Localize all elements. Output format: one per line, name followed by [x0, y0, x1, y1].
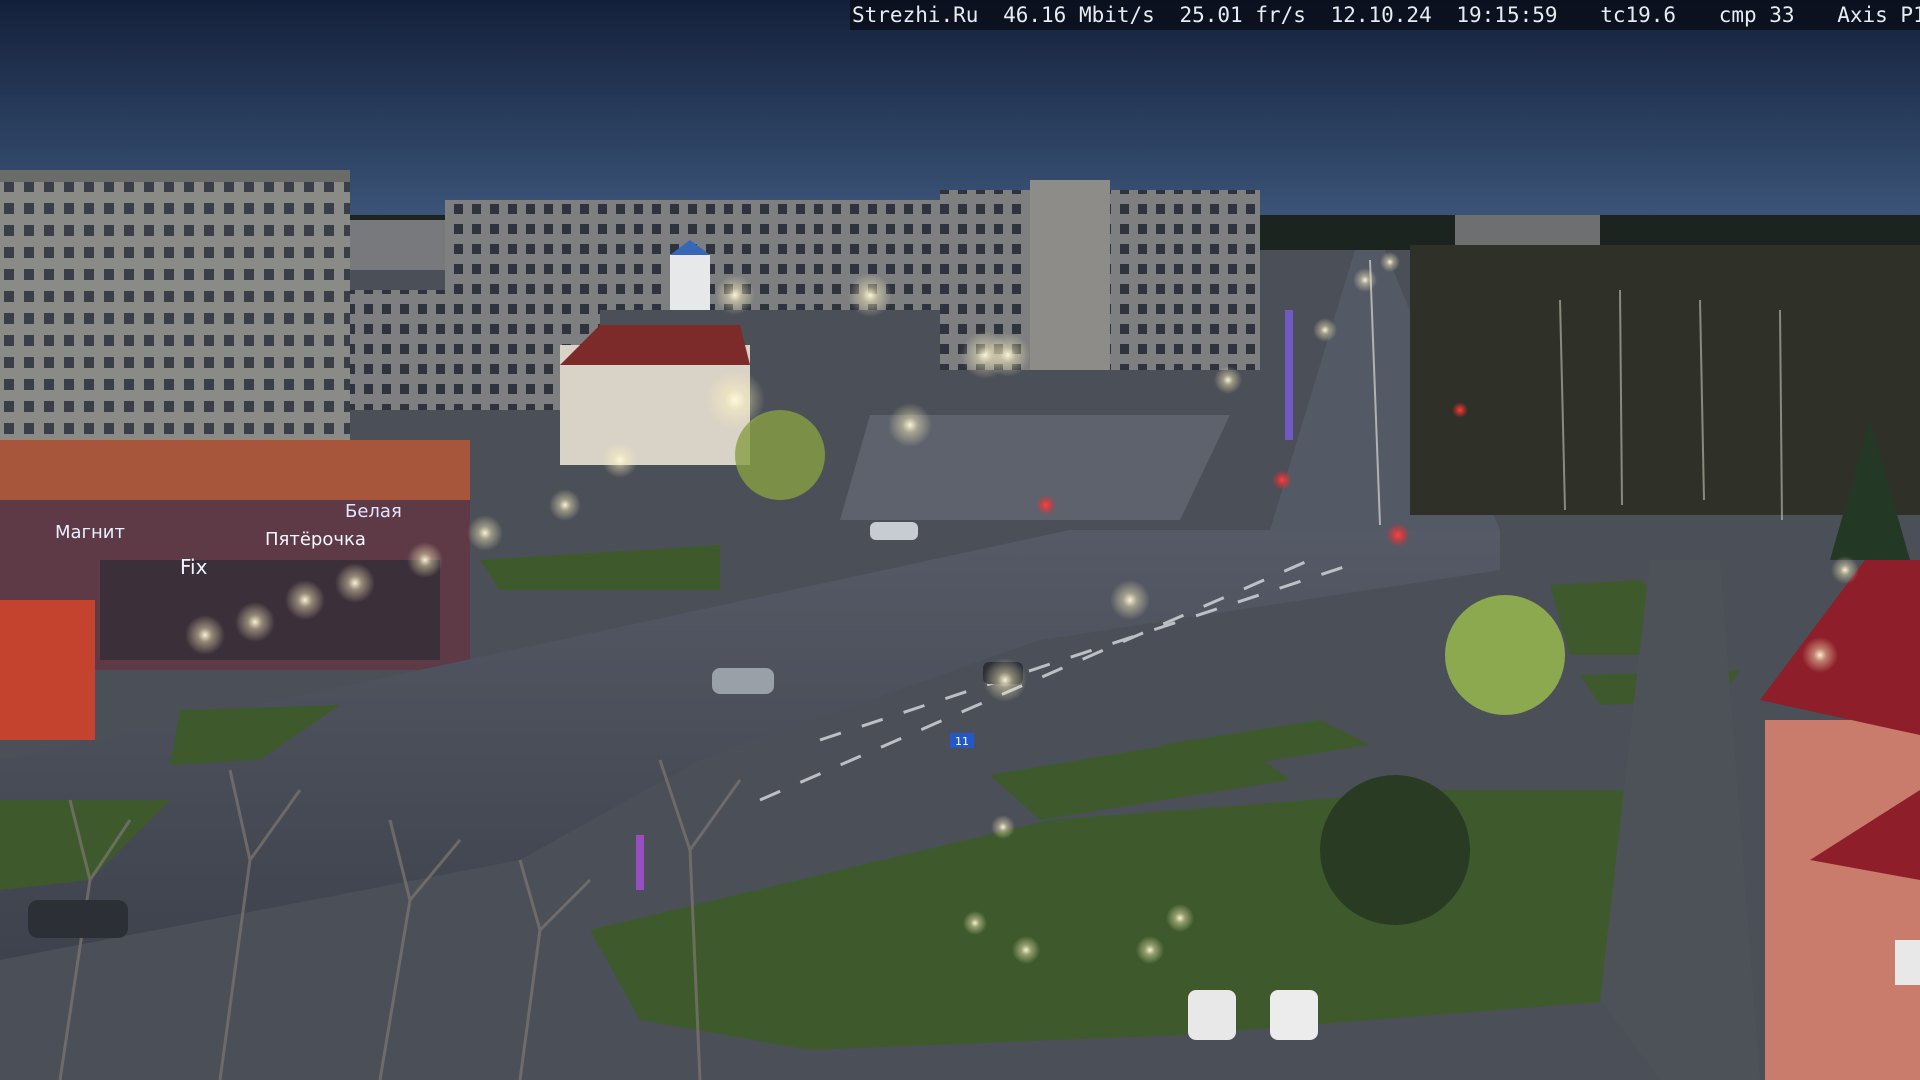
store-sign-3: Пятёрочка [265, 529, 366, 550]
camera-timestamp-overlay: Strezhi.Ru 46.16 Mbit/s 25.01 fr/s 12.10… [850, 0, 1920, 30]
store-sign-4: Белая [345, 501, 402, 522]
overlay-model: Axis P1375 [1837, 3, 1920, 27]
overlay-cmp: cmp 33 [1718, 3, 1795, 27]
overlay-time: 19:15:59 [1456, 3, 1558, 27]
overlay-framerate: 25.01 fr/s [1179, 3, 1306, 27]
overlay-bitrate: 46.16 Mbit/s [1003, 3, 1155, 27]
overlay-tc: tc19.6 [1600, 3, 1677, 27]
store-sign-2: Fix [180, 555, 208, 579]
decorative-light-column [1285, 310, 1293, 440]
tree-line-right [1410, 245, 1920, 515]
store-sign-1: Магнит [55, 522, 125, 543]
overlay-site: Strezhi.Ru [852, 3, 979, 27]
webcam-scene: Магнит Fix Пятёрочка Белая 11 [0, 0, 1920, 1080]
green-tree [1445, 595, 1565, 715]
bus-stop-sign-text: 11 [955, 735, 969, 748]
overlay-date: 12.10.24 [1330, 3, 1432, 27]
